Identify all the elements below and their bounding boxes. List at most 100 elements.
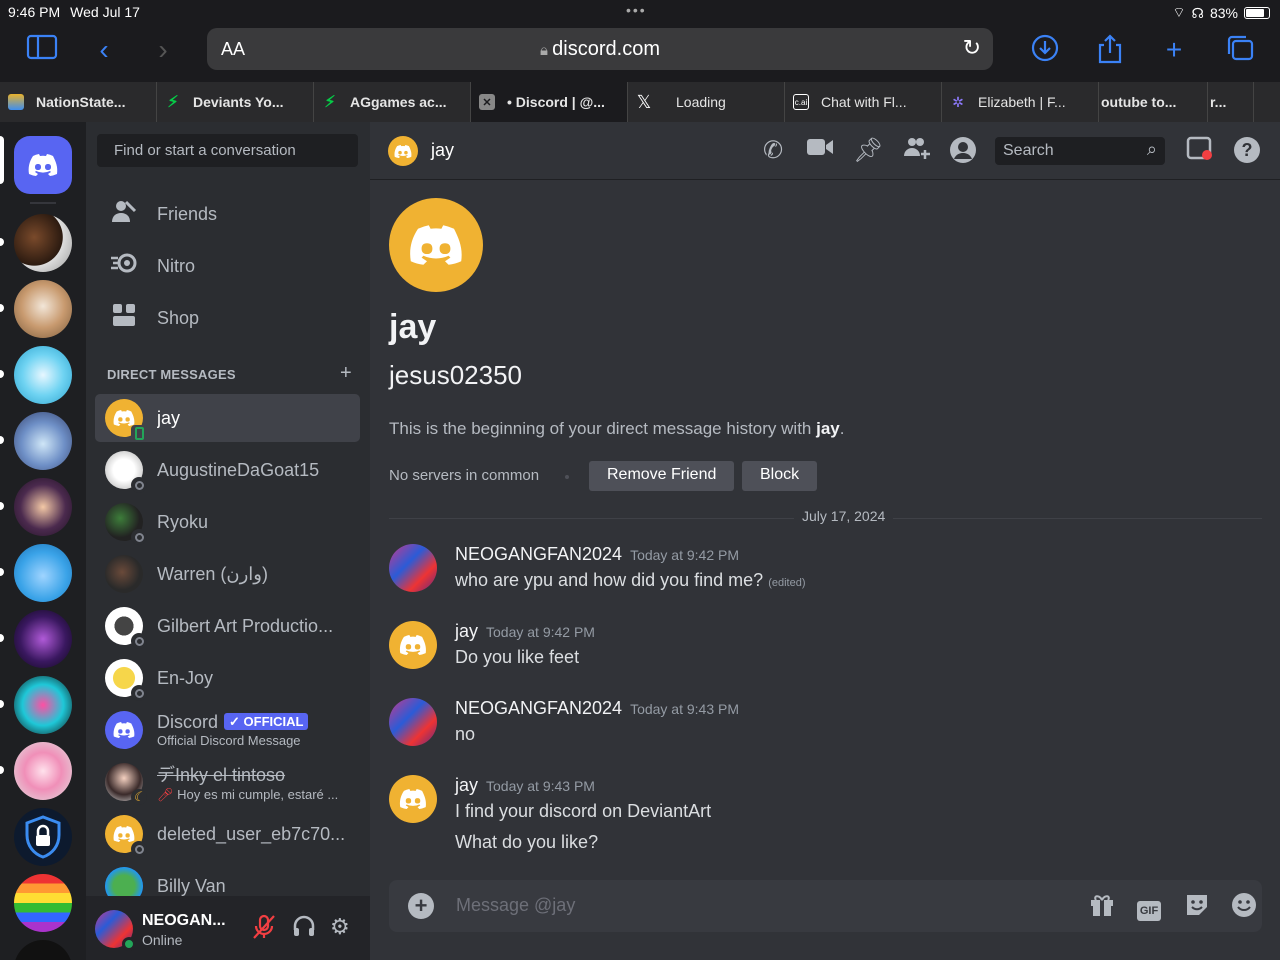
offline-status-icon [131,529,147,545]
tab-loading[interactable]: 𝕏 Loading [628,82,785,122]
author-avatar[interactable] [389,544,437,592]
author-name[interactable]: NEOGANGFAN2024 [455,544,622,564]
voice-call-icon[interactable]: ✆ [758,136,788,165]
message-input[interactable]: Message @jay [456,895,575,916]
headphones-icon[interactable] [292,914,316,944]
battery-percent: 83% [1209,5,1238,21]
server-icon[interactable] [14,544,72,602]
profile-avatar [389,198,483,292]
dm-item[interactable]: AugustineDaGoat15 [95,446,360,494]
dm-item[interactable]: ☾ デInky el tintoso 🎤︎ Hoy es mi cumple, … [95,758,360,806]
status-time: 9:46 PM [8,4,61,20]
status-bar: 9:46 PM Wed Jul 17 ••• ⌔ ☊ 83% [0,0,1280,24]
attach-plus-icon[interactable]: + [408,893,434,919]
emoji-icon[interactable] [1229,892,1259,925]
new-tab-icon[interactable]: + [1154,34,1194,66]
download-icon[interactable] [1025,34,1065,66]
message-composer[interactable]: + Message @jay GIF [389,880,1262,932]
dm-item-discord[interactable]: Discord ✓ OFFICIAL Official Discord Messa… [95,706,360,754]
author-avatar[interactable] [389,621,437,669]
dm-item[interactable]: Warren (وارن) [95,550,360,598]
server-icon[interactable] [14,346,72,404]
server-icon[interactable] [14,610,72,668]
tab-chat[interactable]: c.ai Chat with Fl... [785,82,942,122]
lock-icon: 🔒︎ [540,42,553,59]
server-icon[interactable] [14,874,72,932]
tab-deviants[interactable]: ⚡︎ Deviants Yo... [157,82,314,122]
gift-icon[interactable] [1087,892,1117,925]
settings-gear-icon[interactable]: ⚙︎ [330,914,350,940]
sticker-icon[interactable] [1182,892,1212,925]
video-call-icon[interactable] [805,136,835,164]
unread-pip [0,502,4,510]
user-name[interactable]: NEOGAN... [142,912,226,930]
nav-shop[interactable]: Shop [95,296,360,340]
address-bar[interactable]: AA 🔒︎ discord.com ↻ [207,28,993,70]
create-dm-icon[interactable]: + [340,362,352,385]
message-text: who are ypu and how did you find me? (ed… [455,570,806,590]
nav-friends[interactable]: Friends [95,192,360,236]
dm-item[interactable]: Gilbert Art Productio... [95,602,360,650]
edited-label: (edited) [768,577,806,589]
server-icon[interactable] [14,676,72,734]
sidebar-toggle-icon[interactable] [22,34,62,66]
user-panel: NEOGAN... Online ⚙︎ [86,896,370,960]
home-button[interactable] [14,136,72,194]
profile-display-name: jay [389,308,437,346]
multitask-dots-icon[interactable]: ••• [626,2,647,18]
back-icon[interactable]: ‹ [84,34,124,66]
author-name[interactable]: jay [455,621,478,641]
author-avatar[interactable] [389,775,437,823]
find-conversation-input[interactable]: Find or start a conversation [97,134,358,167]
tab-elizabeth[interactable]: ✲ Elizabeth | F... [942,82,1099,122]
url-text[interactable]: 🔒︎ discord.com [207,38,993,61]
channel-header: jay ✆ 📌︎ Search ⌕ ? [370,122,1280,180]
reload-icon[interactable]: ↻ [963,35,981,61]
share-icon[interactable] [1090,34,1130,66]
author-name[interactable]: NEOGANGFAN2024 [455,698,622,718]
tabs-overview-icon[interactable] [1220,34,1260,66]
tab-youtube[interactable]: outube to... [1099,82,1208,122]
channel-avatar [388,136,418,166]
dm-item-jay[interactable]: jay [95,394,360,442]
block-button[interactable]: Block [742,461,818,491]
inbox-icon[interactable] [1185,136,1215,169]
pinned-messages-icon[interactable]: 📌︎ [853,136,883,165]
dm-item[interactable]: Ryoku [95,498,360,546]
deviantart-favicon-icon: ⚡︎ [324,94,336,111]
date-divider: July 17, 2024 [389,508,1262,524]
help-icon[interactable]: ? [1232,136,1262,171]
tab-aggames[interactable]: ⚡︎ AGgames ac... [314,82,471,122]
author-name[interactable]: jay [455,775,478,795]
search-input[interactable]: Search ⌕ [995,137,1165,165]
user-profile-icon[interactable] [948,136,978,171]
mobile-status-icon [131,425,147,441]
avatar [105,607,147,649]
forward-icon[interactable]: › [143,34,183,66]
cai-favicon-icon: c.ai [793,94,809,110]
server-icon[interactable] [14,742,72,800]
mute-mic-icon[interactable] [252,914,276,946]
channel-name[interactable]: jay [431,140,454,161]
dm-item[interactable]: En-Joy [95,654,360,702]
close-tab-icon[interactable]: ✕ [479,94,495,110]
timestamp: Today at 9:43 PM [630,701,740,717]
server-icon[interactable] [14,940,72,960]
add-friends-to-dm-icon[interactable] [901,136,931,167]
server-icon[interactable] [14,808,72,866]
tab-more[interactable]: r... [1208,82,1254,122]
remove-friend-button[interactable]: Remove Friend [589,461,735,491]
svg-text:?: ? [1242,140,1253,160]
server-icon[interactable] [14,214,72,272]
server-icon[interactable] [14,412,72,470]
tab-discord[interactable]: ✕ • Discord | @... [471,82,628,122]
dm-item[interactable]: deleted_user_eb7c70... [95,810,360,858]
server-icon[interactable] [14,280,72,338]
server-icon[interactable] [14,478,72,536]
gif-icon[interactable]: GIF [1134,893,1164,921]
tab-nationstates[interactable]: NationState... [0,82,157,122]
user-avatar[interactable] [95,910,136,951]
author-avatar[interactable] [389,698,437,746]
direct-messages-header: DIRECT MESSAGES [107,367,236,382]
nav-nitro[interactable]: Nitro [95,244,360,288]
